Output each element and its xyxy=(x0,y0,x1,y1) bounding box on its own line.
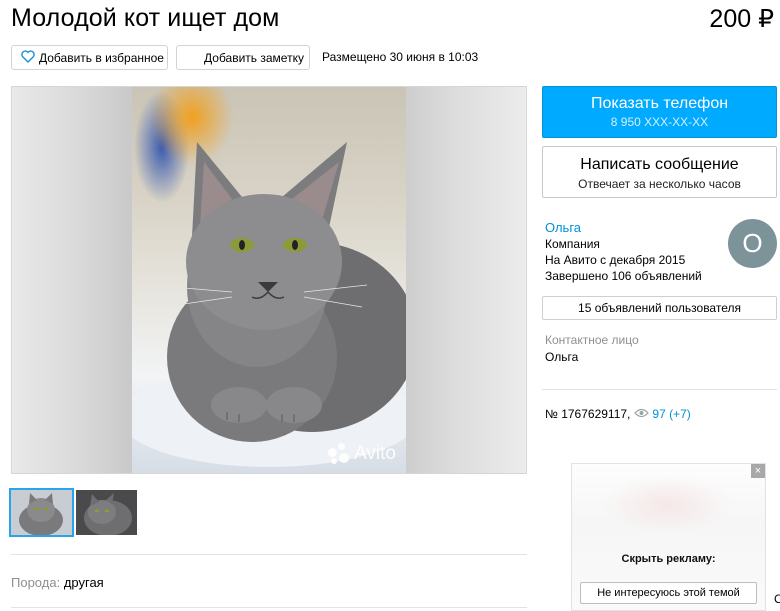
close-icon[interactable]: × xyxy=(751,464,765,478)
posted-date: Размещено 30 июня в 10:03 xyxy=(322,50,479,64)
seller-info: Ольга Компания На Авито с декабря 2015 З… xyxy=(545,220,702,284)
thumbnail-1[interactable] xyxy=(9,488,74,537)
avatar[interactable]: О xyxy=(728,219,777,268)
clipped-text: С xyxy=(774,592,780,606)
show-phone-button[interactable]: Показать телефон 8 950 XXX-XX-XX xyxy=(542,86,777,138)
breed-param: Порода: другая xyxy=(11,575,104,590)
views-counter[interactable]: 97 (+7) xyxy=(634,407,691,421)
gallery-blur-right xyxy=(404,87,526,473)
user-ads-button[interactable]: 15 объявлений пользователя xyxy=(542,296,777,320)
favorites-label: Добавить в избранное xyxy=(39,50,164,65)
ad-banner: × Скрыть рекламу: Не интересуюсь этой те… xyxy=(571,463,766,611)
divider xyxy=(542,389,777,390)
breed-value: другая xyxy=(63,575,104,590)
ad-number: № 1767629117, xyxy=(545,407,631,421)
thumbnail-strip xyxy=(9,488,137,537)
write-message-button[interactable]: Написать сообщение Отвечает за несколько… xyxy=(542,146,777,198)
watermark-text: Avito xyxy=(354,443,396,464)
price: 200 ₽ xyxy=(709,5,774,33)
contact-person-label: Контактное лицо xyxy=(545,333,639,347)
eye-icon xyxy=(634,407,650,421)
hide-ad-question: Скрыть рекламу: xyxy=(621,553,716,565)
breed-label: Порода: xyxy=(11,575,61,590)
not-interested-button[interactable]: Не интересуюсь этой темой xyxy=(580,582,757,604)
masked-phone: 8 950 XXX-XX-XX xyxy=(610,115,709,129)
ad-meta: № 1767629117, 97 (+7) xyxy=(545,407,691,421)
ad-image-placeholder xyxy=(602,474,732,534)
heart-icon xyxy=(21,49,35,66)
add-note-button[interactable]: Добавить заметку xyxy=(176,45,310,70)
add-to-favorites-button[interactable]: Добавить в избранное xyxy=(11,45,168,70)
seller-type: Компания xyxy=(545,237,600,251)
main-photo[interactable]: Avito xyxy=(132,87,406,473)
photo-gallery[interactable]: Avito xyxy=(11,86,527,474)
seller-completed: Завершено 106 объявлений xyxy=(545,269,702,283)
cat-illustration xyxy=(132,142,406,467)
contact-person-name: Ольга xyxy=(545,350,579,364)
seller-name-link[interactable]: Ольга xyxy=(545,220,702,236)
write-message-label: Написать сообщение xyxy=(580,156,739,173)
divider xyxy=(11,607,527,608)
seller-since: На Авито с декабря 2015 xyxy=(545,253,686,267)
divider xyxy=(11,554,527,555)
page-title: Молодой кот ищет дом xyxy=(11,4,280,32)
gallery-blur-left xyxy=(12,87,132,473)
response-time: Отвечает за несколько часов xyxy=(578,177,741,191)
avito-logo-icon xyxy=(328,443,350,465)
show-phone-label: Показать телефон xyxy=(590,95,729,112)
views-count: 97 (+7) xyxy=(652,407,691,421)
thumbnail-2[interactable] xyxy=(76,490,137,535)
avito-watermark: Avito xyxy=(328,443,396,465)
